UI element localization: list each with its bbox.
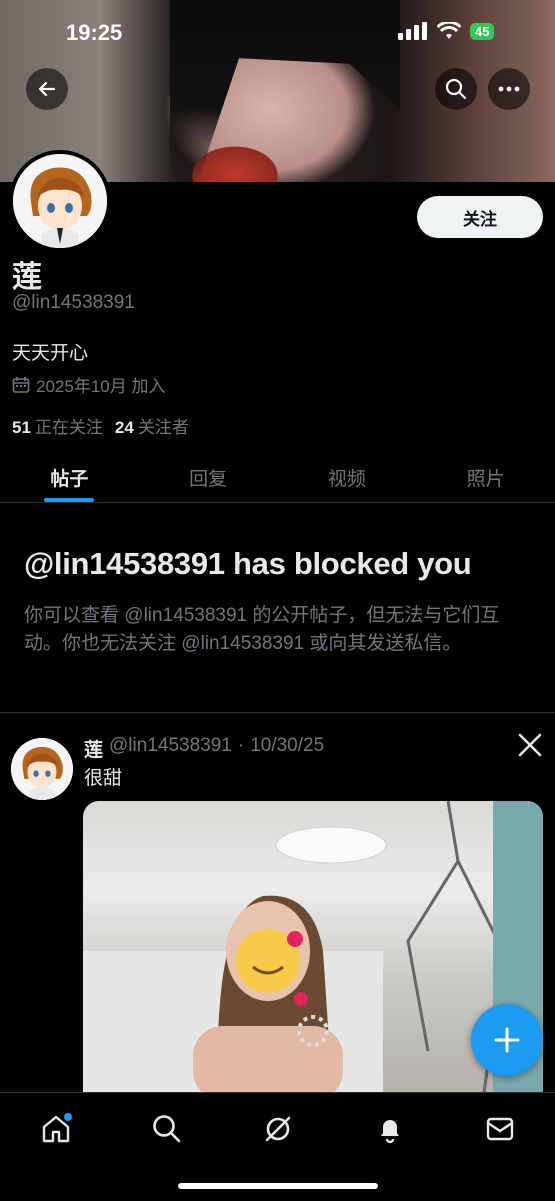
signal-icon [398,22,427,40]
post-author-name[interactable]: 莲 [84,735,103,762]
profile-handle: @lin14538391 [12,292,135,313]
followers-label: 关注者 [137,418,189,437]
back-button[interactable] [26,68,68,110]
anime-avatar-image [13,154,107,248]
wifi-icon [437,22,461,39]
nav-grok[interactable] [258,1109,298,1149]
post-author-handle[interactable]: @lin14538391 [109,735,232,762]
followers-count: 24 [114,418,134,437]
tab-posts[interactable]: 帖子 [0,452,139,502]
post-separator: · [237,735,245,756]
joined-text: 2025年10月 加入 [36,377,166,396]
post-avatar[interactable] [11,738,73,800]
search-icon [153,1115,181,1143]
status-time: 19:25 [66,20,123,45]
follow-button[interactable]: 关注 [417,196,543,238]
blocked-title: @lin14538391 has blocked you [24,546,472,581]
divider [0,712,555,713]
mail-icon [486,1117,514,1141]
nav-messages[interactable] [480,1109,520,1149]
following-link[interactable]: 51 正在关注 [12,413,103,438]
tab-label: 照片 [466,469,505,490]
tab-label: 帖子 [50,469,89,490]
followers-link[interactable]: 24 关注者 [115,413,189,438]
nav-notifications[interactable] [370,1109,410,1149]
profile-avatar[interactable] [9,150,111,252]
active-tab-indicator [44,498,95,502]
plus-icon [494,1027,520,1053]
follow-stats: 51 正在关注 24 关注者 [12,413,189,438]
grok-icon [265,1116,291,1142]
status-icons: 45 [398,22,495,40]
tab-replies[interactable]: 回复 [139,452,278,502]
following-label: 正在关注 [34,418,103,437]
post-header: 莲 @lin14538391 · 10/30/25 [84,735,324,762]
tab-videos[interactable]: 视频 [278,452,417,502]
tab-photos[interactable]: 照片 [416,452,555,502]
blocked-description: 你可以查看 @lin14538391 的公开帖子，但无法与它们互动。你也无法关注… [24,605,500,654]
anime-avatar-image [11,738,73,800]
home-icon [42,1113,72,1143]
home-indicator[interactable] [178,1183,378,1189]
battery-indicator: 45 [470,22,495,40]
more-icon [498,86,520,92]
tab-label: 视频 [327,469,366,490]
joined-date: 2025年10月 加入 [12,372,165,397]
bell-icon [381,1120,399,1144]
tab-label: 回复 [189,469,228,490]
profile-bio: 天天开心 [12,343,89,364]
search-button[interactable] [435,68,477,110]
profile-tabs: 帖子 回复 视频 照片 [0,452,555,503]
post-text: 很甜 [84,768,123,789]
banner-photo-detail [170,0,400,182]
post-date[interactable]: 10/30/25 [250,735,324,762]
back-arrow-icon [38,81,56,97]
search-icon [445,78,467,100]
display-name: 莲 [12,261,42,294]
nav-home[interactable] [36,1109,76,1149]
compose-button[interactable] [471,1004,543,1076]
more-button[interactable] [488,68,530,110]
calendar-icon [12,376,30,393]
x-logo-icon [518,733,542,764]
nav-search[interactable] [147,1109,187,1149]
following-count: 51 [12,418,31,437]
